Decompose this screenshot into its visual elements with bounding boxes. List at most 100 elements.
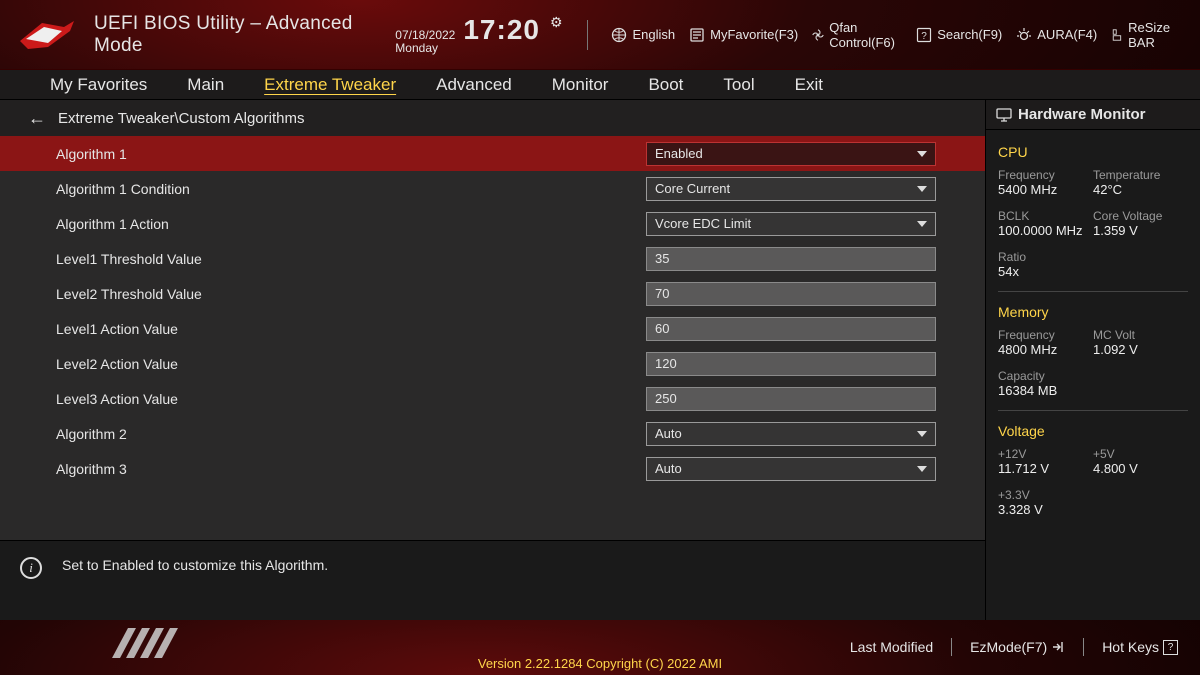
hardware-monitor-title: Hardware Monitor <box>986 100 1200 130</box>
chevron-down-icon <box>917 466 927 472</box>
svg-text:?: ? <box>921 31 927 42</box>
setting-input[interactable]: 60 <box>646 317 936 341</box>
setting-label: Algorithm 1 Action <box>56 216 646 232</box>
setting-label: Level1 Action Value <box>56 321 646 337</box>
setting-label: Level2 Action Value <box>56 356 646 372</box>
tab-boot[interactable]: Boot <box>648 75 683 95</box>
mem-cap-value: 16384 MB <box>998 383 1188 398</box>
setting-label: Level3 Action Value <box>56 391 646 407</box>
setting-dropdown[interactable]: Auto <box>646 422 936 446</box>
resizebar-label: ReSize BAR <box>1128 20 1182 50</box>
setting-value: Auto <box>655 461 682 476</box>
setting-value: Enabled <box>655 146 703 161</box>
resize-icon <box>1111 27 1123 43</box>
cpu-cvolt-label: Core Voltage <box>1093 209 1188 223</box>
setting-label: Algorithm 2 <box>56 426 646 442</box>
aura-button[interactable]: AURA(F4) <box>1016 27 1097 43</box>
tab-my-favorites[interactable]: My Favorites <box>50 75 147 95</box>
cpu-bclk-label: BCLK <box>998 209 1093 223</box>
cpu-freq-label: Frequency <box>998 168 1093 182</box>
cpu-temp-label: Temperature <box>1093 168 1188 182</box>
setting-input[interactable]: 70 <box>646 282 936 306</box>
setting-row[interactable]: Level3 Action Value250 <box>0 381 985 416</box>
globe-icon <box>611 27 627 43</box>
header-time: 17:20 <box>463 14 540 46</box>
setting-label: Level2 Threshold Value <box>56 286 646 302</box>
language-button[interactable]: English <box>611 27 675 43</box>
setting-value: Vcore EDC Limit <box>655 216 751 231</box>
breadcrumb-text: Extreme Tweaker\Custom Algorithms <box>58 110 304 127</box>
tab-monitor[interactable]: Monitor <box>552 75 609 95</box>
hotkeys-icon: ? <box>1163 640 1178 655</box>
setting-label: Algorithm 1 Condition <box>56 181 646 197</box>
app-title: UEFI BIOS Utility – Advanced Mode <box>94 13 381 57</box>
separator <box>587 20 588 50</box>
setting-row[interactable]: Algorithm 1 Condition Core Current <box>0 171 985 206</box>
setting-dropdown[interactable]: Auto <box>646 457 936 481</box>
chevron-down-icon <box>917 186 927 192</box>
setting-row[interactable]: Algorithm 2 Auto <box>0 416 985 451</box>
setting-row[interactable]: Algorithm 3Auto <box>0 451 985 486</box>
setting-row[interactable]: Level1 Threshold Value35 <box>0 241 985 276</box>
rog-logo-icon <box>18 17 76 53</box>
setting-row[interactable]: Level1 Action Value60 <box>0 311 985 346</box>
footer-decoration <box>120 628 170 658</box>
v5-value: 4.800 V <box>1093 461 1188 476</box>
setting-value: Auto <box>655 426 682 441</box>
chevron-down-icon <box>917 151 927 157</box>
hotkeys-button[interactable]: Hot Keys ? <box>1102 639 1178 655</box>
setting-row[interactable]: Algorithm 1 Action Vcore EDC Limit <box>0 206 985 241</box>
mem-cap-label: Capacity <box>998 369 1188 383</box>
setting-dropdown[interactable]: Enabled <box>646 142 936 166</box>
ezmode-button[interactable]: EzMode(F7) <box>970 639 1065 655</box>
fan-icon <box>812 27 824 43</box>
main-tabs: My Favorites Main Extreme Tweaker Advanc… <box>0 70 1200 100</box>
cpu-section-head: CPU <box>998 144 1188 160</box>
mem-mcv-label: MC Volt <box>1093 328 1188 342</box>
mem-mcv-value: 1.092 V <box>1093 342 1188 357</box>
setting-input[interactable]: 250 <box>646 387 936 411</box>
search-button[interactable]: ? Search(F9) <box>916 27 1002 43</box>
myfavorite-button[interactable]: MyFavorite(F3) <box>689 27 798 43</box>
header-bar: UEFI BIOS Utility – Advanced Mode 07/18/… <box>0 0 1200 70</box>
cpu-ratio-value: 54x <box>998 264 1188 279</box>
v33-label: +3.3V <box>998 488 1188 502</box>
setting-dropdown[interactable]: Core Current <box>646 177 936 201</box>
aura-label: AURA(F4) <box>1037 27 1097 42</box>
settings-rows: Algorithm 1 Enabled Algorithm 1 Condition C… <box>0 136 985 540</box>
tab-tool[interactable]: Tool <box>723 75 754 95</box>
setting-input[interactable]: 120 <box>646 352 936 376</box>
myfavorite-label: MyFavorite(F3) <box>710 27 798 42</box>
setting-dropdown[interactable]: Vcore EDC Limit <box>646 212 936 236</box>
hardware-monitor-panel: Hardware Monitor CPU Frequency5400 MHz T… <box>986 100 1200 620</box>
v33-value: 3.328 V <box>998 502 1188 517</box>
cpu-bclk-value: 100.0000 MHz <box>998 223 1093 238</box>
monitor-icon <box>996 108 1012 122</box>
tab-exit[interactable]: Exit <box>795 75 823 95</box>
qfan-label: Qfan Control(F6) <box>829 20 902 50</box>
mem-freq-value: 4800 MHz <box>998 342 1093 357</box>
last-modified-button[interactable]: Last Modified <box>850 639 933 655</box>
setting-value: Core Current <box>655 181 730 196</box>
version-text: Version 2.22.1284 Copyright (C) 2022 AMI <box>0 656 1200 675</box>
tab-extreme-tweaker[interactable]: Extreme Tweaker <box>264 75 396 95</box>
cpu-cvolt-value: 1.359 V <box>1093 223 1188 238</box>
tab-advanced[interactable]: Advanced <box>436 75 512 95</box>
breadcrumb-row: ← Extreme Tweaker\Custom Algorithms <box>0 100 985 136</box>
setting-row[interactable]: Level2 Action Value120 <box>0 346 985 381</box>
help-bar: i Set to Enabled to customize this Algor… <box>0 540 985 620</box>
aura-icon <box>1016 27 1032 43</box>
settings-gear-icon[interactable]: ⚙ <box>550 14 563 31</box>
setting-row[interactable]: Algorithm 1 Enabled <box>0 136 985 171</box>
setting-label: Algorithm 1 <box>56 146 646 162</box>
setting-row[interactable]: Level2 Threshold Value70 <box>0 276 985 311</box>
qfan-button[interactable]: Qfan Control(F6) <box>812 20 902 50</box>
back-arrow-icon[interactable]: ← <box>28 108 46 129</box>
tab-main[interactable]: Main <box>187 75 224 95</box>
setting-input[interactable]: 35 <box>646 247 936 271</box>
help-text: Set to Enabled to customize this Algorit… <box>62 557 328 573</box>
v12-label: +12V <box>998 447 1093 461</box>
search-label: Search(F9) <box>937 27 1002 42</box>
voltage-section-head: Voltage <box>998 423 1188 439</box>
resizebar-button[interactable]: ReSize BAR <box>1111 20 1182 50</box>
